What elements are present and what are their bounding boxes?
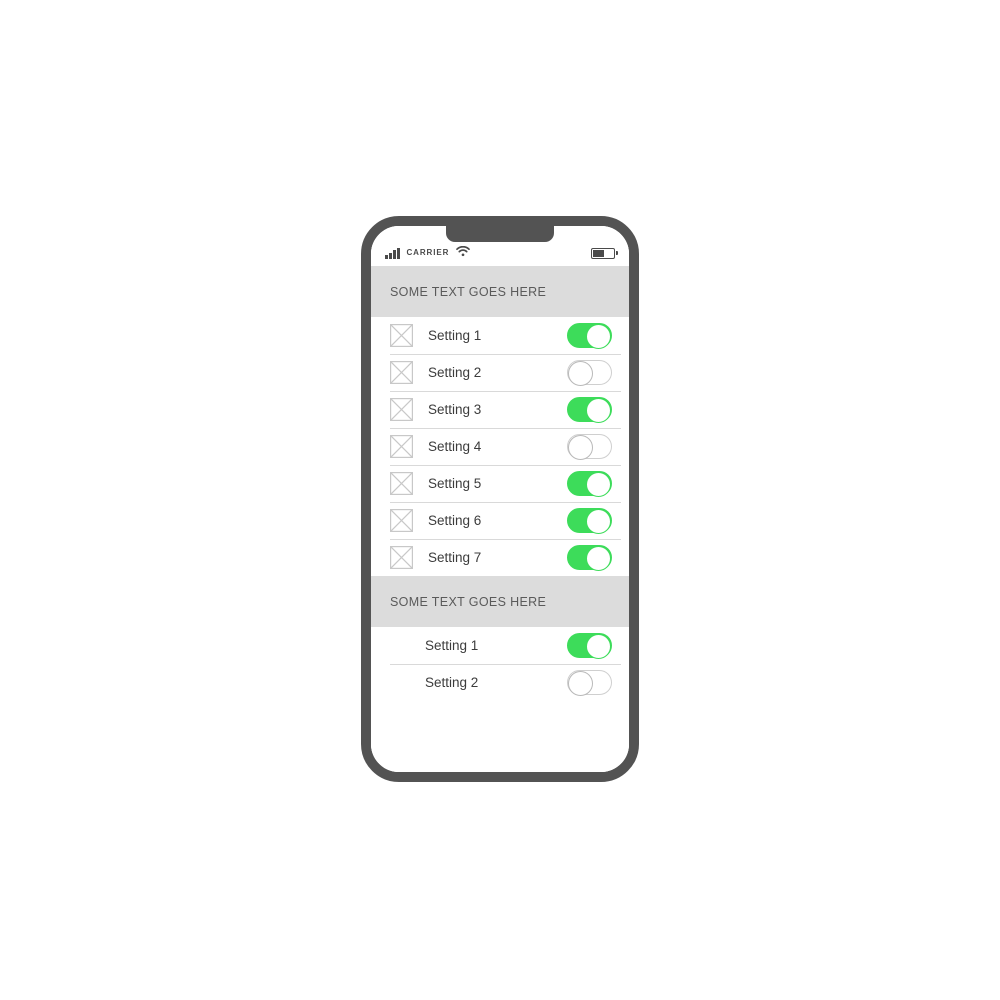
- signal-bars-icon: [385, 247, 400, 259]
- wifi-icon: [456, 244, 471, 262]
- section-header: SOME TEXT GOES HERE: [371, 576, 629, 627]
- carrier-label: CARRIER: [406, 248, 450, 257]
- setting-toggle-switch[interactable]: [567, 323, 612, 349]
- phone-notch: [446, 226, 554, 242]
- setting-row[interactable]: Setting 1: [371, 627, 629, 664]
- status-bar-right: [591, 247, 618, 259]
- battery-icon: [591, 247, 618, 259]
- setting-toggle-switch[interactable]: [567, 471, 612, 497]
- section-rows: Setting 1 Setting 2 Setting 3 Setting 4 Sett…: [371, 317, 629, 576]
- phone-screen: CARRIER SOME TEXT GOES HERE Setting 1 Sett…: [371, 226, 629, 772]
- toggle-knob: [586, 472, 611, 497]
- setting-toggle-switch[interactable]: [567, 508, 612, 534]
- status-bar-left: CARRIER: [385, 244, 471, 262]
- toggle-knob: [586, 509, 611, 534]
- setting-row[interactable]: Setting 5: [371, 465, 629, 502]
- setting-row-label: Setting 5: [428, 476, 482, 491]
- section-header: SOME TEXT GOES HERE: [371, 266, 629, 317]
- setting-row-label: Setting 3: [428, 402, 482, 417]
- image-placeholder-icon: [390, 324, 413, 347]
- image-placeholder-icon: [390, 546, 413, 569]
- setting-row[interactable]: Setting 2: [371, 664, 629, 701]
- toggle-knob: [568, 435, 593, 460]
- setting-row-label: Setting 6: [428, 513, 482, 528]
- image-placeholder-icon: [390, 398, 413, 421]
- setting-toggle-switch[interactable]: [567, 360, 612, 386]
- setting-row[interactable]: Setting 6: [371, 502, 629, 539]
- setting-row[interactable]: Setting 3: [371, 391, 629, 428]
- setting-toggle-switch[interactable]: [567, 397, 612, 423]
- section-rows: Setting 1 Setting 2: [371, 627, 629, 701]
- section-header-label: SOME TEXT GOES HERE: [390, 594, 547, 609]
- toggle-knob: [586, 398, 611, 423]
- image-placeholder-icon: [390, 509, 413, 532]
- toggle-knob: [586, 634, 611, 659]
- setting-toggle-switch[interactable]: [567, 633, 612, 659]
- toggle-knob: [586, 324, 611, 349]
- section-header-label: SOME TEXT GOES HERE: [390, 284, 547, 299]
- setting-row[interactable]: Setting 2: [371, 354, 629, 391]
- setting-toggle-switch[interactable]: [567, 545, 612, 571]
- setting-row-label: Setting 1: [428, 328, 482, 343]
- setting-toggle-switch[interactable]: [567, 670, 612, 696]
- phone-mockup: CARRIER SOME TEXT GOES HERE Setting 1 Sett…: [361, 216, 639, 782]
- setting-row[interactable]: Setting 7: [371, 539, 629, 576]
- setting-row[interactable]: Setting 1: [371, 317, 629, 354]
- setting-row-label: Setting 2: [425, 675, 479, 690]
- image-placeholder-icon: [390, 472, 413, 495]
- setting-row-label: Setting 2: [428, 365, 482, 380]
- settings-list: SOME TEXT GOES HERE Setting 1 Setting 2 Set…: [371, 266, 629, 772]
- toggle-knob: [568, 671, 593, 696]
- setting-row[interactable]: Setting 4: [371, 428, 629, 465]
- setting-row-label: Setting 1: [425, 638, 479, 653]
- toggle-knob: [568, 361, 593, 386]
- image-placeholder-icon: [390, 361, 413, 384]
- setting-toggle-switch[interactable]: [567, 434, 612, 460]
- toggle-knob: [586, 546, 611, 571]
- image-placeholder-icon: [390, 435, 413, 458]
- setting-row-label: Setting 7: [428, 550, 482, 565]
- setting-row-label: Setting 4: [428, 439, 482, 454]
